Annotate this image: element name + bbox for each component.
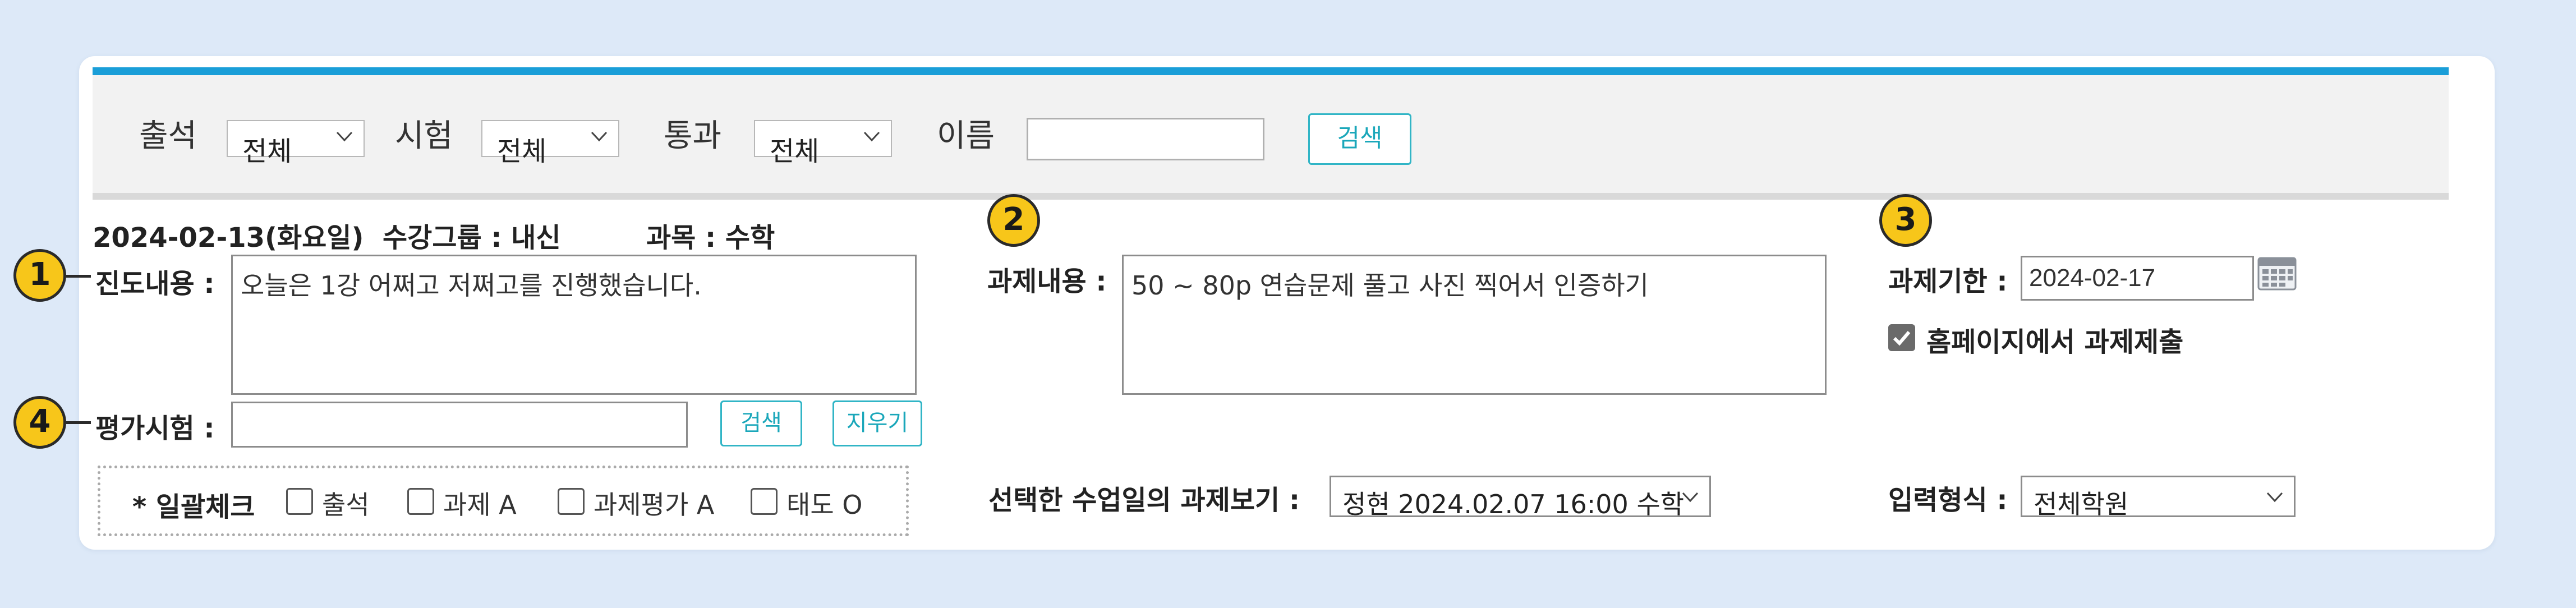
name-filter-input[interactable] (1027, 118, 1264, 160)
view-assignment-label: 선택한 수업일의 과제보기 : (988, 485, 1300, 516)
pass-filter-select[interactable]: 전체 (754, 120, 892, 167)
pass-filter-label: 통과 (664, 118, 722, 154)
evaluation-search-button[interactable]: 검색 (720, 400, 802, 446)
assignment-label: 과제내용 : (987, 266, 1107, 297)
chevron-down-icon (1682, 492, 1699, 503)
name-filter-label: 이름 (937, 118, 995, 154)
chevron-down-icon (336, 131, 353, 142)
chevron-down-icon (591, 131, 608, 142)
assignment-textarea[interactable]: 50 ~ 80p 연습문제 풀고 사진 찍어서 인증하기 (1122, 255, 1827, 395)
lesson-subject: 과목 : 수학 (646, 222, 775, 254)
bulk-check-attendance-checkbox[interactable] (286, 488, 313, 515)
exam-filter-label: 시험 (395, 118, 453, 154)
callout-badge-2: 2 (987, 194, 1040, 247)
bulk-check-label: * 일괄체크 (132, 491, 255, 523)
lesson-group: 수강그룹 : 내신 (383, 222, 561, 254)
callout-connector-1 (66, 275, 91, 278)
bulk-check-assignment-checkbox[interactable] (407, 488, 434, 515)
callout-connector-4 (66, 421, 91, 424)
callout-badge-4: 4 (13, 396, 66, 449)
exam-filter-select[interactable]: 전체 (481, 120, 619, 167)
evaluation-clear-button[interactable]: 지우기 (832, 400, 922, 446)
bulk-check-attitude-label: 태도 O (786, 490, 863, 520)
deadline-label: 과제기한 : (1888, 266, 2008, 297)
deadline-input[interactable] (2021, 256, 2254, 301)
attendance-filter-value: 전체 (242, 136, 292, 167)
chevron-down-icon (863, 131, 880, 142)
bulk-check-attitude-checkbox[interactable] (751, 488, 778, 515)
pass-filter-value: 전체 (770, 136, 820, 167)
checkmark-icon (1893, 331, 1911, 346)
view-assignment-value: 정현 2024.02.07 16:00 수학 (1342, 489, 1685, 519)
input-type-label: 입력형식 : (1888, 485, 2008, 516)
exam-filter-value: 전체 (497, 136, 547, 167)
attendance-filter-select[interactable]: 전체 (227, 120, 365, 167)
bulk-check-assignment-label: 과제 A (443, 490, 517, 520)
chevron-down-icon (2266, 492, 2283, 503)
homepage-submit-label: 홈페이지에서 과제제출 (1926, 326, 2184, 358)
bulk-check-attendance-label: 출석 (322, 490, 370, 520)
attendance-filter-label: 출석 (139, 118, 197, 154)
filter-search-button[interactable]: 검색 (1308, 113, 1411, 165)
input-type-value: 전체학원 (2034, 489, 2129, 519)
accent-bar (93, 67, 2449, 75)
progress-textarea[interactable]: 오늘은 1강 어쩌고 저쩌고를 진행했습니다. (231, 255, 917, 395)
evaluation-input[interactable] (231, 402, 688, 448)
homepage-submit-checkbox[interactable] (1888, 324, 1915, 351)
bulk-check-assignment-eval-checkbox[interactable] (558, 488, 585, 515)
lesson-date: 2024-02-13(화요일) (93, 222, 364, 254)
calendar-icon[interactable] (2257, 257, 2297, 291)
progress-label: 진도내용 : (95, 268, 215, 300)
evaluation-label: 평가시험 : (95, 413, 215, 444)
input-type-select[interactable]: 전체학원 (2021, 476, 2296, 519)
bulk-check-assignment-eval-label: 과제평가 A (594, 490, 715, 520)
callout-badge-1: 1 (13, 249, 66, 302)
view-assignment-select[interactable]: 정현 2024.02.07 16:00 수학 (1330, 476, 1711, 519)
callout-badge-3: 3 (1879, 194, 1932, 247)
